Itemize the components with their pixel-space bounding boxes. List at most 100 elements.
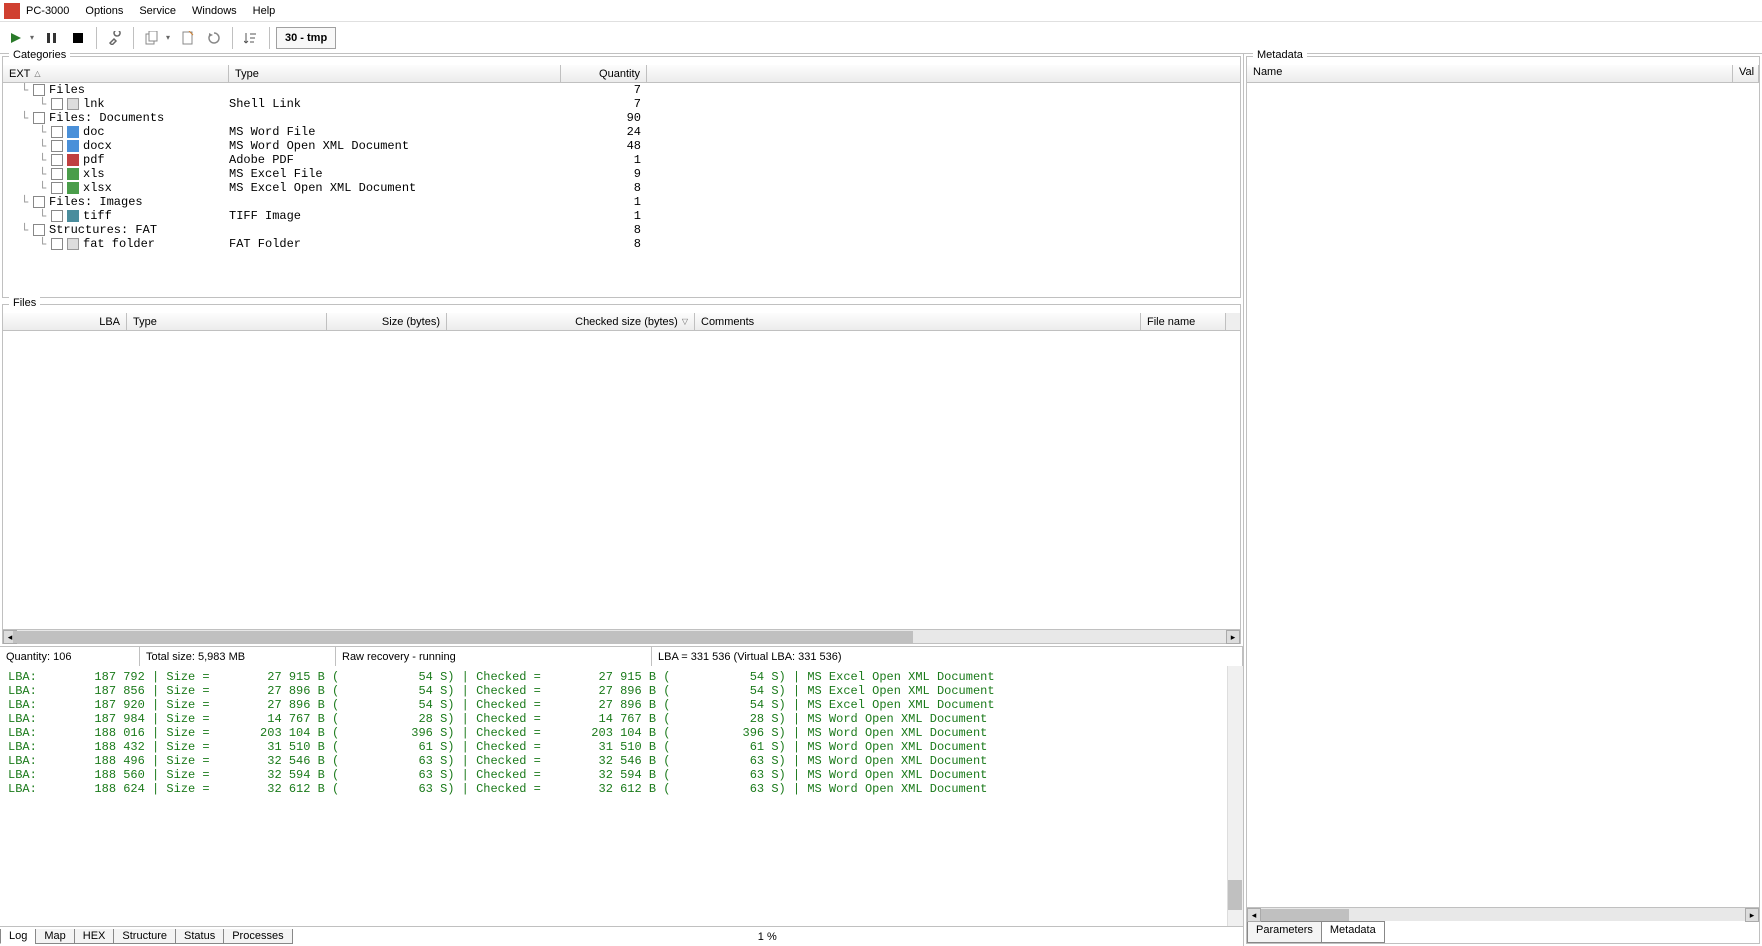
checkbox[interactable] bbox=[51, 238, 63, 250]
checkbox[interactable] bbox=[33, 196, 45, 208]
log-vscrollbar[interactable] bbox=[1227, 666, 1243, 926]
filetype-icon bbox=[67, 154, 79, 166]
checkbox[interactable] bbox=[51, 154, 63, 166]
play-dropdown-icon[interactable]: ▾ bbox=[30, 33, 38, 42]
toolbar: ▾ ▾ 30 - tmp bbox=[0, 22, 1762, 54]
tab-processes[interactable]: Processes bbox=[223, 929, 292, 944]
tree-elbow-icon: └ bbox=[39, 181, 51, 195]
tab-hex[interactable]: HEX bbox=[74, 929, 115, 944]
new-doc-button[interactable] bbox=[176, 26, 200, 50]
refresh-button[interactable] bbox=[202, 26, 226, 50]
checkbox[interactable] bbox=[51, 168, 63, 180]
metadata-hscrollbar[interactable]: ◂ ▸ bbox=[1247, 907, 1759, 921]
col-checked-size[interactable]: Checked size (bytes)▽ bbox=[447, 313, 695, 330]
categories-label: Categories bbox=[9, 49, 70, 61]
log-line: LBA: 188 560 | Size = 32 594 B ( 63 S) |… bbox=[8, 768, 1235, 782]
tree-elbow-icon: └ bbox=[21, 223, 33, 237]
checkbox[interactable] bbox=[33, 224, 45, 236]
log-line: LBA: 188 624 | Size = 32 612 B ( 63 S) |… bbox=[8, 782, 1235, 796]
category-qty: 1 bbox=[561, 209, 641, 223]
category-type: TIFF Image bbox=[229, 209, 561, 223]
scroll-right-icon[interactable]: ▸ bbox=[1226, 630, 1240, 644]
tab-structure[interactable]: Structure bbox=[113, 929, 176, 944]
toolbar-context[interactable]: 30 - tmp bbox=[276, 27, 336, 49]
tab-map[interactable]: Map bbox=[35, 929, 74, 944]
toolbar-separator bbox=[133, 27, 134, 49]
col-comments[interactable]: Comments bbox=[695, 313, 1141, 330]
menu-bar: PC-3000 Options Service Windows Help bbox=[0, 0, 1762, 22]
scroll-left-icon[interactable]: ◂ bbox=[1247, 908, 1261, 922]
files-header: LBA Type Size (bytes) Checked size (byte… bbox=[3, 313, 1240, 331]
checkbox[interactable] bbox=[51, 210, 63, 222]
category-row[interactable]: └tiffTIFF Image1 bbox=[3, 209, 1240, 223]
checkbox[interactable] bbox=[51, 126, 63, 138]
col-size[interactable]: Size (bytes) bbox=[327, 313, 447, 330]
log-line: LBA: 187 920 | Size = 27 896 B ( 54 S) |… bbox=[8, 698, 1235, 712]
col-type[interactable]: Type bbox=[127, 313, 327, 330]
col-type[interactable]: Type bbox=[229, 65, 561, 82]
app-title: PC-3000 bbox=[26, 5, 69, 17]
tab-metadata[interactable]: Metadata bbox=[1321, 921, 1385, 943]
checkbox[interactable] bbox=[33, 112, 45, 124]
pause-button[interactable] bbox=[40, 26, 64, 50]
sort-desc-icon: ▽ bbox=[682, 317, 688, 326]
col-meta-name[interactable]: Name bbox=[1247, 65, 1733, 82]
scroll-thumb[interactable] bbox=[1261, 909, 1349, 921]
filetype-icon bbox=[67, 210, 79, 222]
copy-dropdown-icon[interactable]: ▾ bbox=[166, 33, 174, 42]
copy-button[interactable] bbox=[140, 26, 164, 50]
col-quantity[interactable]: Quantity bbox=[561, 65, 647, 82]
category-ext: xlsx bbox=[83, 181, 112, 195]
category-ext: xls bbox=[83, 167, 105, 181]
category-row[interactable]: └docMS Word File24 bbox=[3, 125, 1240, 139]
category-type: Shell Link bbox=[229, 97, 561, 111]
menu-service[interactable]: Service bbox=[131, 3, 184, 19]
files-panel: Files LBA Type Size (bytes) Checked size… bbox=[2, 304, 1241, 644]
checkbox[interactable] bbox=[51, 140, 63, 152]
metadata-panel: Metadata Name Val ◂ ▸ Parameters Metadat… bbox=[1246, 56, 1760, 944]
category-row[interactable]: └docxMS Word Open XML Document48 bbox=[3, 139, 1240, 153]
tree-elbow-icon: └ bbox=[39, 97, 51, 111]
category-row[interactable]: └lnkShell Link7 bbox=[3, 97, 1240, 111]
category-row[interactable]: └Files7 bbox=[3, 83, 1240, 97]
col-lba[interactable]: LBA bbox=[3, 313, 127, 330]
sort-button[interactable] bbox=[239, 26, 263, 50]
tab-log[interactable]: Log bbox=[0, 929, 36, 944]
col-meta-value[interactable]: Val bbox=[1733, 65, 1759, 82]
play-button[interactable] bbox=[4, 26, 28, 50]
checkbox[interactable] bbox=[51, 182, 63, 194]
category-row[interactable]: └Structures: FAT8 bbox=[3, 223, 1240, 237]
log-line: LBA: 187 792 | Size = 27 915 B ( 54 S) |… bbox=[8, 670, 1235, 684]
category-row[interactable]: └pdfAdobe PDF1 bbox=[3, 153, 1240, 167]
checkbox[interactable] bbox=[51, 98, 63, 110]
menu-help[interactable]: Help bbox=[245, 3, 284, 19]
category-ext: Structures: FAT bbox=[49, 223, 157, 237]
filetype-icon bbox=[67, 182, 79, 194]
col-ext[interactable]: EXT△ bbox=[3, 65, 229, 82]
tab-parameters[interactable]: Parameters bbox=[1247, 921, 1322, 943]
files-hscrollbar[interactable]: ◂ ▸ bbox=[3, 629, 1240, 643]
category-row[interactable]: └xlsxMS Excel Open XML Document8 bbox=[3, 181, 1240, 195]
category-row[interactable]: └Files: Documents90 bbox=[3, 111, 1240, 125]
category-ext: Files: Images bbox=[49, 195, 143, 209]
category-row[interactable]: └fat folderFAT Folder8 bbox=[3, 237, 1240, 251]
category-row[interactable]: └xlsMS Excel File9 bbox=[3, 167, 1240, 181]
tab-status[interactable]: Status bbox=[175, 929, 224, 944]
menu-options[interactable]: Options bbox=[77, 3, 131, 19]
categories-panel: Categories EXT△ Type Quantity └Files7└ln… bbox=[2, 56, 1241, 298]
category-ext: fat folder bbox=[83, 237, 155, 251]
scroll-thumb[interactable] bbox=[1228, 880, 1242, 910]
category-qty: 7 bbox=[561, 97, 641, 111]
scroll-right-icon[interactable]: ▸ bbox=[1745, 908, 1759, 922]
menu-windows[interactable]: Windows bbox=[184, 3, 245, 19]
files-vscroll-stub[interactable] bbox=[1226, 313, 1240, 330]
tree-elbow-icon: └ bbox=[39, 153, 51, 167]
tools-button[interactable] bbox=[103, 26, 127, 50]
scroll-thumb[interactable] bbox=[13, 631, 913, 643]
category-qty: 24 bbox=[561, 125, 641, 139]
stop-button[interactable] bbox=[66, 26, 90, 50]
checkbox[interactable] bbox=[33, 84, 45, 96]
category-row[interactable]: └Files: Images1 bbox=[3, 195, 1240, 209]
col-filename[interactable]: File name bbox=[1141, 313, 1226, 330]
metadata-body bbox=[1247, 83, 1759, 907]
